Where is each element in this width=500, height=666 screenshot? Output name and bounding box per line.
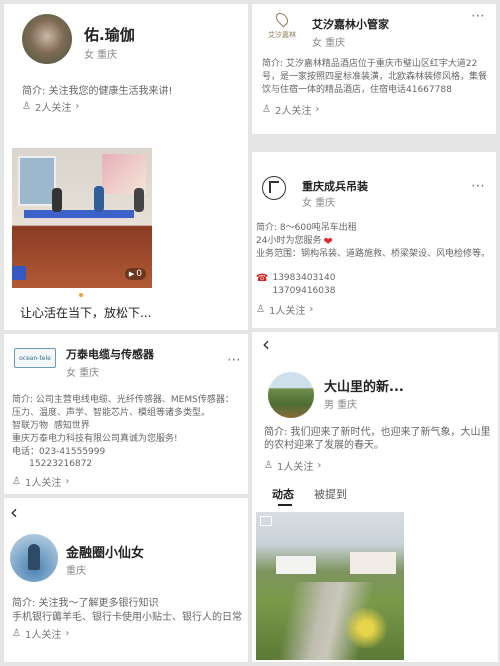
profile-bio-line: 重庆万泰电力科技有限公司真诚为您服务! [12, 434, 178, 444]
leaf-icon [273, 10, 291, 28]
followers-row[interactable]: ♙ 2人关注 › [262, 102, 319, 117]
tab-bar: 动态 被提到 [252, 482, 498, 506]
followers-row[interactable]: ♙ 1人关注 › [256, 302, 313, 317]
back-arrow-icon[interactable]: ‹ [262, 332, 270, 356]
avatar[interactable] [22, 14, 72, 64]
video-thumbnail[interactable]: ▶ 0 [12, 148, 152, 288]
more-options-icon[interactable]: ⋯ [227, 352, 242, 368]
phone-number-2[interactable]: 13709416038 [272, 285, 335, 298]
hotel-logo[interactable]: 艾汐嘉林 [264, 10, 300, 50]
person-graphic [94, 186, 104, 212]
avatar[interactable] [268, 372, 314, 418]
profile-bio: 简介: 艾汐嘉林精品酒店位于重庆市璧山区红宇大道22号，是一家按照四星标准装潢，… [262, 59, 488, 95]
view-count: 0 [136, 269, 142, 279]
profile-name: 万泰电缆与传感器 [66, 348, 154, 361]
avatar[interactable] [10, 534, 58, 582]
back-arrow-icon[interactable]: ‹ [10, 500, 18, 524]
profile-name: 金融圈小仙女 [66, 546, 145, 561]
followers-row[interactable]: ♙ 1人关注 › [12, 626, 69, 641]
chevron-right-icon: › [315, 104, 320, 115]
play-icon: ▶ [128, 270, 135, 278]
post-image[interactable] [256, 512, 404, 660]
profile-gender-city: 男 重庆 [324, 400, 358, 411]
profile-card-finance: ‹ 金融圈小仙女 重庆 简介: 关注我～了解更多银行知识 手机银行薅羊毛、银行卡… [4, 498, 248, 662]
person-icon: ♙ [262, 104, 271, 115]
chevron-right-icon: › [75, 101, 80, 112]
crane-logo-mark [269, 181, 279, 193]
profile-name: 佑.瑜伽 [84, 26, 135, 44]
carousel-dot [79, 293, 83, 297]
company-logo-text: ocean-tele [19, 355, 51, 362]
image-placeholder-icon [260, 516, 272, 526]
person-icon: ♙ [264, 460, 273, 471]
profile-bio-line: 智联万物 感知世界 [12, 421, 90, 431]
followers-row[interactable]: ♙ 1人关注 › [12, 474, 69, 489]
profile-card-hotel: 艾汐嘉林 艾汐嘉林小管家 女 重庆 ⋯ 简介: 艾汐嘉林精品酒店位于重庆市璧山区… [252, 4, 496, 134]
building-graphic [350, 552, 396, 574]
tab-posts[interactable]: 动态 [272, 486, 294, 502]
followers-count: 1人关注 [276, 462, 314, 473]
mat-graphic [24, 210, 134, 218]
person-graphic [134, 188, 144, 212]
profile-card-cable: ocean-tele 万泰电缆与传感器 女 重庆 ⋯ 简介: 公司主营电线电缆、… [4, 334, 248, 494]
company-logo[interactable]: ocean-tele [14, 348, 56, 368]
profile-bio-line1: 简介: 8～600吨吊车出租 [256, 223, 357, 233]
view-count-badge: ▶ 0 [124, 268, 146, 280]
profile-card-yoga: 佑.瑜伽 女 重庆 简介: 关注我您的健康生活我来讲! ♙ 2人关注 › ▶ 0… [4, 4, 248, 330]
profile-bio-line2: 手机银行薅羊毛、银行卡使用小贴士、银行人的日常 [12, 612, 242, 623]
avatar[interactable] [262, 176, 286, 200]
person-icon: ♙ [12, 476, 21, 487]
profile-bio-line: 15223216872 [12, 459, 93, 469]
figure-graphic [28, 544, 40, 570]
window-graphic [18, 156, 56, 206]
phone-number-1[interactable]: 13983403140 [272, 272, 335, 285]
person-icon: ♙ [256, 304, 265, 315]
profile-bio-line2: 24小时为您服务 ❤ [256, 235, 333, 248]
profile-card-crane: 重庆成兵吊装 女 重庆 ⋯ 简介: 8～600吨吊车出租 24小时为您服务 ❤ … [252, 152, 496, 328]
followers-count: 2人关注 [274, 106, 312, 117]
followers-count: 2人关注 [34, 103, 72, 114]
profile-name: 大山里的新... [324, 380, 404, 395]
followers-row[interactable]: ♙ 1人关注 › [264, 458, 321, 473]
person-graphic [52, 188, 62, 212]
profile-city: 重庆 [66, 566, 86, 577]
heart-icon: ❤ [323, 235, 333, 248]
profile-bio-line1: 简介: 关注我～了解更多银行知识 [12, 598, 159, 609]
profile-name: 艾汐嘉林小管家 [312, 18, 389, 31]
profile-bio: 简介: 我们迎来了新时代，也迎来了新气象，大山里的农村迎来了发展的春天。 [264, 427, 491, 451]
tab-active-indicator [278, 504, 292, 506]
profile-bio-line3: 业务范围：钢构吊装、道路施救、桥梁架设、风电检修等。 [256, 249, 491, 259]
followers-row[interactable]: ♙ 2人关注 › [22, 99, 79, 114]
video-caption[interactable]: 让心活在当下，放松下... [20, 304, 151, 321]
flowers-graphic [336, 608, 396, 648]
more-options-icon[interactable]: ⋯ [471, 178, 486, 194]
phone-icon: ☎ [256, 273, 269, 284]
chevron-right-icon: › [65, 476, 70, 487]
chevron-right-icon: › [317, 460, 322, 471]
profile-bio-line: 压力、温度、声学、智能芯片、模组等诸多类型。 [12, 408, 211, 418]
profile-gender-city: 女 重庆 [302, 198, 336, 209]
followers-count: 1人关注 [24, 478, 62, 489]
more-options-icon[interactable]: ⋯ [471, 8, 486, 24]
chevron-right-icon: › [309, 304, 314, 315]
person-icon: ♙ [22, 101, 31, 112]
building-graphic [276, 556, 316, 574]
profile-bio-line: 简介: 公司主营电线电缆、光纤传感器、MEMS传感器： [12, 395, 234, 405]
profile-gender-city: 女 重庆 [84, 50, 118, 61]
followers-count: 1人关注 [24, 630, 62, 641]
tab-mentioned[interactable]: 被提到 [314, 486, 347, 502]
person-icon: ♙ [12, 628, 21, 639]
profile-bio: 简介: 关注我您的健康生活我来讲! [22, 86, 173, 97]
profile-gender-city: 女 重庆 [66, 368, 100, 379]
mat-graphic [12, 266, 26, 280]
phone-row: ☎ 13983403140 13709416038 [256, 272, 335, 298]
profile-card-mountain: ‹ 大山里的新... 男 重庆 简介: 我们迎来了新时代，也迎来了新气象，大山里… [252, 332, 498, 662]
profile-name: 重庆成兵吊装 [302, 180, 368, 193]
hotel-logo-text: 艾汐嘉林 [268, 31, 296, 39]
followers-count: 1人关注 [268, 306, 306, 317]
chevron-right-icon: › [65, 628, 70, 639]
profile-gender-city: 女 重庆 [312, 38, 346, 49]
